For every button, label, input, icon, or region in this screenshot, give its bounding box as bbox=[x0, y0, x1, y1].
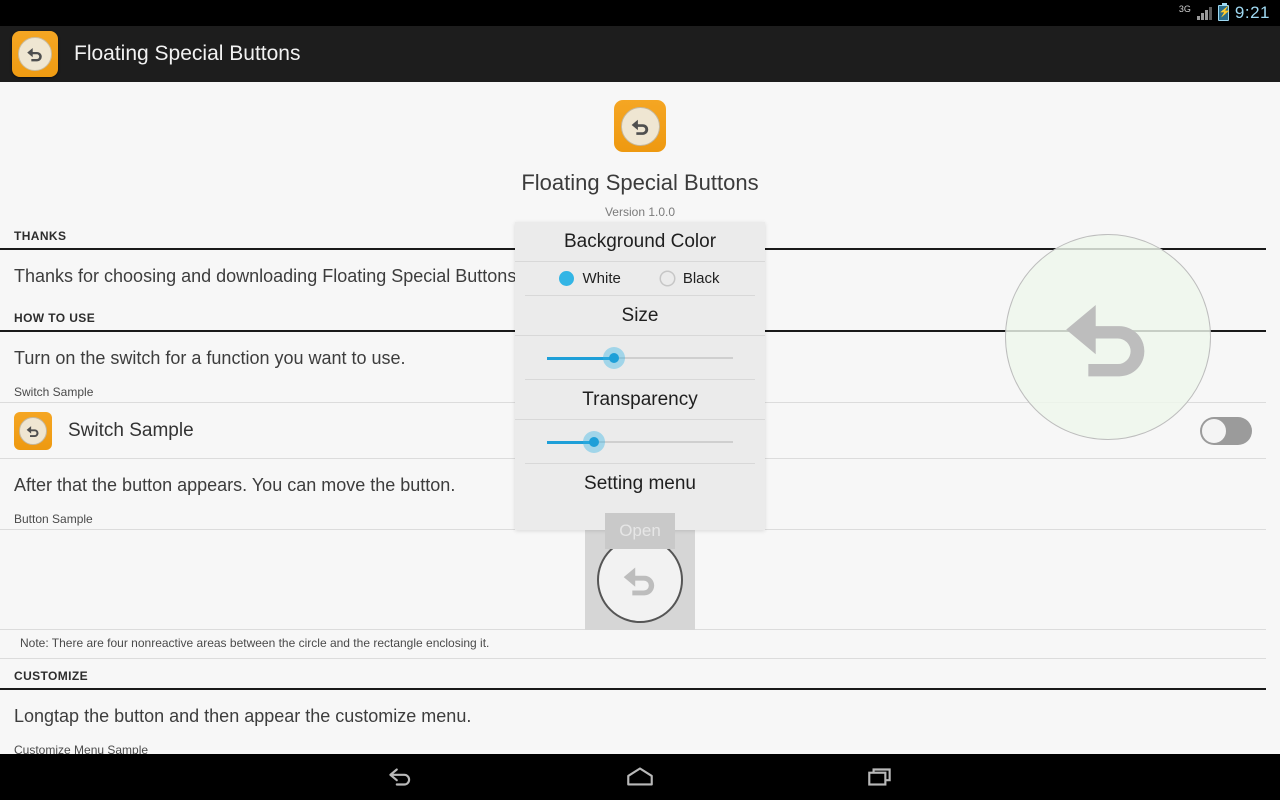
size-slider-thumb[interactable] bbox=[608, 353, 619, 363]
transparency-slider-thumb[interactable] bbox=[588, 437, 599, 447]
background-color-title: Background Color bbox=[515, 222, 765, 262]
floating-settings-dialog[interactable]: Background Color White Black Size Transp… bbox=[515, 222, 765, 549]
toggle-knob bbox=[1201, 417, 1227, 444]
nav-home-button[interactable] bbox=[620, 762, 660, 792]
background-color-options[interactable]: White Black bbox=[525, 262, 755, 296]
clock-label: 9:21 bbox=[1234, 3, 1270, 22]
nav-back-button[interactable] bbox=[380, 762, 420, 792]
section-header-customize: CUSTOMIZE bbox=[0, 659, 1266, 690]
open-setting-menu-button[interactable]: Open bbox=[605, 513, 675, 549]
setting-menu-title: Setting menu bbox=[584, 473, 696, 494]
app-header-block: Floating Special Buttons Version 1.0.0 bbox=[0, 82, 1280, 219]
size-slider[interactable] bbox=[547, 347, 733, 369]
battery-charging-icon: ⚡ bbox=[1217, 3, 1231, 21]
radio-dot-selected bbox=[560, 272, 574, 285]
radio-label-black: Black bbox=[682, 270, 720, 287]
radio-option-white[interactable]: White bbox=[560, 270, 621, 287]
app-logo-icon bbox=[614, 100, 666, 152]
size-slider-wrap[interactable] bbox=[525, 336, 755, 380]
system-nav-bar bbox=[0, 754, 1280, 800]
transparency-title: Transparency bbox=[515, 380, 765, 420]
recents-icon bbox=[868, 768, 891, 786]
back-icon bbox=[389, 768, 411, 786]
radio-label-white: White bbox=[582, 270, 621, 287]
signal-bars-icon bbox=[1196, 6, 1212, 20]
nav-recents-button[interactable] bbox=[860, 762, 900, 792]
app-version-label: Version 1.0.0 bbox=[604, 205, 676, 219]
transparency-slider[interactable] bbox=[547, 431, 733, 453]
customize-menu-sample-label: Customize Menu Sample bbox=[0, 741, 1266, 754]
app-back-arrow-icon[interactable] bbox=[12, 31, 58, 77]
radio-dot-unselected bbox=[660, 272, 674, 285]
status-bar: 3G ⚡ 9:21 bbox=[0, 0, 1280, 26]
network-type-label: 3G bbox=[1178, 3, 1191, 14]
setting-menu-actions: Open bbox=[515, 503, 765, 565]
customize-body-text: Longtap the button and then appear the c… bbox=[14, 706, 472, 726]
transparency-slider-wrap[interactable] bbox=[525, 420, 755, 464]
app-bar-title: Floating Special Buttons bbox=[74, 42, 301, 65]
switch-sample-toggle[interactable] bbox=[1200, 416, 1252, 445]
switch-sample-icon bbox=[14, 411, 52, 450]
radio-option-black[interactable]: Black bbox=[660, 270, 720, 287]
app-name-label: Floating Special Buttons bbox=[521, 170, 759, 195]
button-sample-note: Note: There are four nonreactive areas b… bbox=[0, 630, 1266, 659]
screen-root: 3G ⚡ 9:21 Floating Special Buttons Float… bbox=[0, 0, 1280, 800]
size-title: Size bbox=[515, 296, 765, 336]
action-bar: Floating Special Buttons bbox=[0, 26, 1280, 82]
home-icon bbox=[627, 767, 653, 786]
